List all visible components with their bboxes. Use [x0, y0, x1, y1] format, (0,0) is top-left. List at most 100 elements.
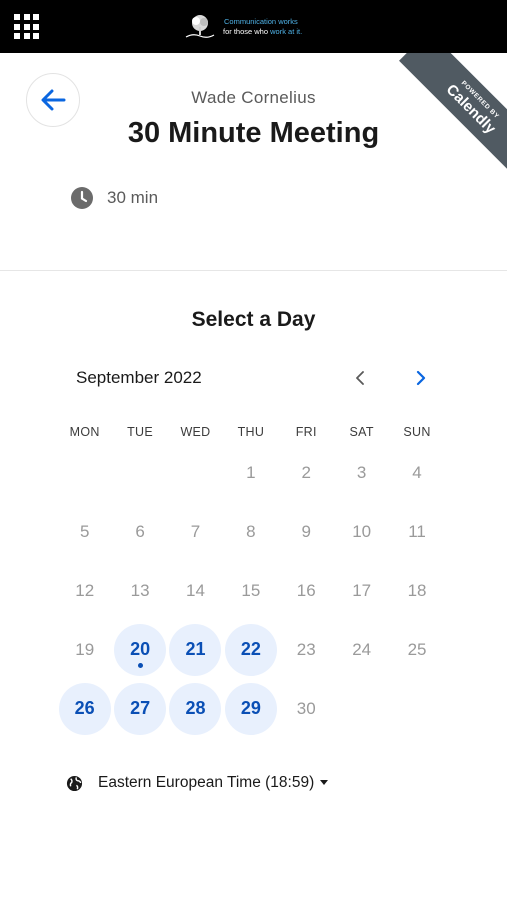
unavailable-day: 1 [223, 443, 278, 502]
unavailable-day: 5 [57, 502, 112, 561]
day-number: 1 [246, 462, 256, 482]
day-number: 5 [79, 521, 90, 541]
day-number: 26 [74, 698, 95, 718]
top-bar: Communication works for those who work a… [0, 0, 507, 53]
unavailable-day: 17 [334, 561, 389, 620]
day-number: 20 [130, 639, 151, 659]
weekday-label: WED [180, 425, 211, 439]
month-label: September 2022 [76, 368, 202, 387]
next-month-button[interactable] [407, 364, 435, 392]
unavailable-day: 30 [279, 679, 334, 738]
unavailable-day: 11 [389, 502, 444, 561]
weekday-header: MON TUE WED THU FRI SAT SUN [57, 425, 477, 439]
unavailable-day: 12 [57, 561, 112, 620]
empty-day-cell [57, 443, 112, 502]
brand-line-2-prefix: for those who [223, 27, 269, 36]
unavailable-day: 10 [334, 502, 389, 561]
timezone-text: Eastern European Time (18:59) [98, 774, 315, 791]
day-number: 9 [301, 521, 311, 541]
unavailable-day: 24 [334, 620, 389, 679]
day-number: 25 [407, 639, 427, 659]
day-number: 11 [408, 521, 426, 541]
prev-month-button[interactable] [346, 364, 374, 392]
weekday-label: SAT [349, 425, 374, 439]
weekday-label: SUN [403, 425, 431, 439]
caret-down-icon [320, 780, 329, 786]
unavailable-day: 23 [279, 620, 334, 679]
weekday-label: FRI [295, 425, 317, 439]
day-number: 19 [75, 639, 95, 659]
globe-icon [66, 775, 83, 791]
day-button[interactable]: 29 [224, 682, 277, 735]
timezone-selector[interactable]: Eastern European Time (18:59) [66, 774, 329, 792]
empty-day-cell [112, 443, 167, 502]
brand-tagline: Communication works for those who work a… [223, 17, 302, 37]
calendar-days-grid: 1 2 3 4 5 6 7 8 9 10 11 12 13 14 15 16 17 18 19 20 21 22 23 24 2… [57, 443, 477, 738]
chevron-left-icon [356, 371, 364, 385]
duration-label: 30 min [107, 188, 159, 207]
brand-line-2: for those who work at it. [223, 27, 302, 37]
calendly-badge: POWERED BY Calendly [399, 53, 507, 173]
chevron-right-icon [416, 370, 426, 386]
weekday-label: TUE [127, 425, 154, 439]
day-number: 12 [75, 580, 95, 600]
weekday-label: MON [69, 425, 100, 439]
unavailable-day: 4 [389, 443, 444, 502]
day-button[interactable]: 21 [169, 623, 222, 676]
day-number: 10 [352, 521, 372, 541]
day-number: 21 [185, 639, 206, 659]
unavailable-day: 25 [389, 620, 444, 679]
available-day[interactable]: 29 [223, 679, 278, 738]
unavailable-day: 2 [279, 443, 334, 502]
unavailable-day: 8 [223, 502, 278, 561]
unavailable-day: 15 [223, 561, 278, 620]
available-day[interactable]: 28 [168, 679, 223, 738]
brand-line-1: Communication works [224, 17, 298, 26]
brand[interactable]: Communication works for those who work a… [183, 12, 302, 42]
today-indicator [137, 662, 143, 668]
day-number: 2 [301, 462, 311, 482]
powered-by-ribbon[interactable]: POWERED BY Calendly [387, 53, 507, 173]
unavailable-day: 16 [279, 561, 334, 620]
available-day[interactable]: 26 [57, 679, 112, 738]
grid-menu-icon[interactable] [14, 14, 39, 39]
unavailable-day: 3 [334, 443, 389, 502]
day-number: 13 [130, 580, 150, 600]
day-number: 17 [352, 580, 372, 600]
day-button[interactable]: 28 [169, 682, 222, 735]
day-number: 28 [185, 698, 206, 718]
day-number: 24 [352, 639, 372, 659]
unavailable-day: 7 [168, 502, 223, 561]
day-number: 27 [130, 698, 151, 718]
day-number: 3 [356, 462, 367, 482]
tree-logo-icon [183, 12, 217, 42]
day-number: 22 [240, 639, 261, 659]
unavailable-day: 19 [57, 620, 112, 679]
day-number: 8 [246, 521, 256, 541]
available-day[interactable]: 27 [112, 679, 167, 738]
empty-day-cell [168, 443, 223, 502]
available-day[interactable]: 21 [168, 620, 223, 679]
day-number: 4 [412, 462, 422, 482]
available-day[interactable]: 20 [112, 620, 167, 679]
select-day-heading: Select a Day [191, 308, 316, 331]
event-header: Wade Cornelius 30 Minute Meeting 30 min … [0, 53, 507, 271]
day-button[interactable]: 26 [58, 682, 111, 735]
weekday-label: THU [237, 425, 265, 439]
day-number: 7 [190, 521, 201, 541]
day-button[interactable]: 20 [114, 623, 167, 676]
day-number: 30 [296, 698, 316, 718]
unavailable-day: 6 [112, 502, 167, 561]
timezone-label: Eastern European Time (18:59) [98, 774, 329, 792]
day-button[interactable]: 22 [224, 623, 277, 676]
clock-icon [71, 187, 93, 209]
unavailable-day: 18 [389, 561, 444, 620]
day-button[interactable]: 27 [114, 682, 167, 735]
day-number: 29 [240, 698, 261, 718]
unavailable-day: 14 [168, 561, 223, 620]
day-number: 18 [407, 580, 427, 600]
day-number: 6 [135, 521, 145, 541]
day-number: 16 [296, 580, 316, 600]
event-duration: 30 min [70, 186, 158, 210]
available-day[interactable]: 22 [223, 620, 278, 679]
